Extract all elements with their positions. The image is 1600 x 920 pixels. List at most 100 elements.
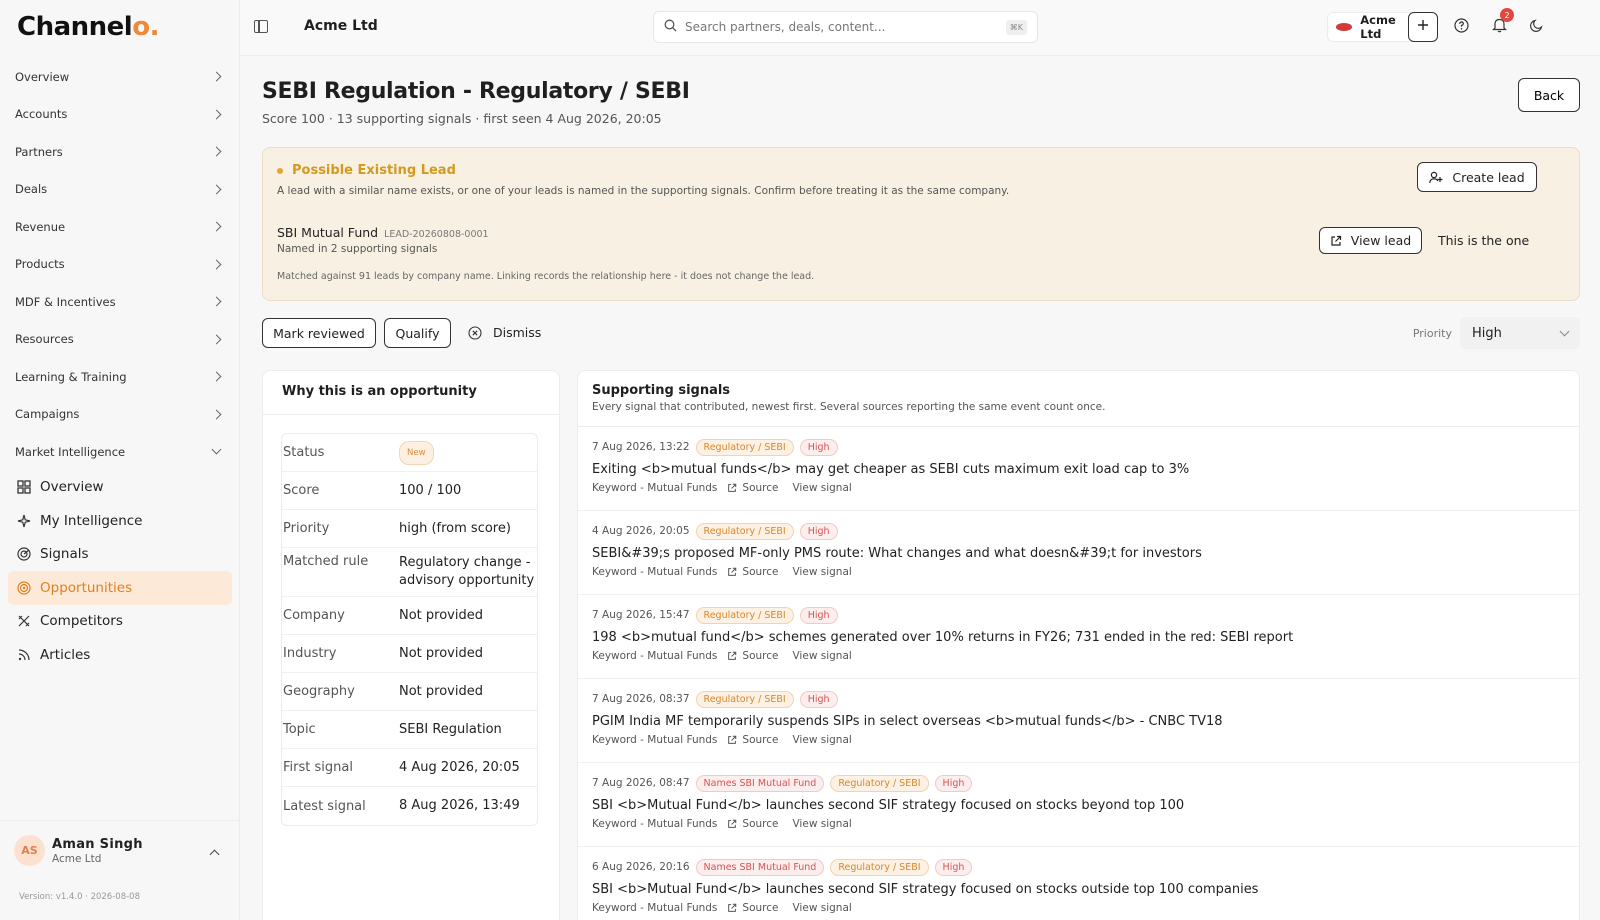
chevron-right-icon xyxy=(211,221,222,232)
signal-headline[interactable]: 198 <b>mutual fund</b> schemes generated… xyxy=(592,630,1565,645)
dismiss-button[interactable]: Dismiss xyxy=(468,325,541,340)
chevron-up-icon[interactable] xyxy=(209,849,220,860)
signal-tag: Regulatory / SEBI xyxy=(695,690,794,708)
signal-date: 7 Aug 2026, 08:47 xyxy=(592,777,690,789)
x-circle-icon xyxy=(468,325,482,340)
page-subtitle: Score 100 · 13 supporting signals · firs… xyxy=(262,111,662,126)
status-badge: New xyxy=(399,440,434,465)
create-lead-button[interactable]: Create lead xyxy=(1417,162,1537,192)
signal-source-link[interactable]: Source xyxy=(727,650,778,662)
supporting-signals-card: Supporting signals Every signal that con… xyxy=(577,370,1580,920)
sidebar-item-revenue[interactable]: Revenue xyxy=(0,208,240,246)
view-signal-link[interactable]: View signal xyxy=(792,650,851,662)
signal-source-link[interactable]: Source xyxy=(727,566,778,578)
sidebar-item-mdf[interactable]: MDF & Incentives xyxy=(0,283,240,321)
chevron-right-icon xyxy=(211,334,222,345)
signal-source-link[interactable]: Source xyxy=(727,734,778,746)
chevron-right-icon xyxy=(211,146,222,157)
sidebar-item-campaigns[interactable]: Campaigns xyxy=(0,396,240,434)
signal-item: 4 Aug 2026, 20:05 Regulatory / SEBI High SE… xyxy=(578,511,1579,595)
user-menu[interactable]: AS Aman Singh Acme Ltd xyxy=(0,820,240,880)
qualify-button[interactable]: Qualify xyxy=(384,318,451,348)
help-button[interactable] xyxy=(1446,12,1476,42)
chevron-right-icon xyxy=(211,371,222,382)
search-bar[interactable]: ⌘K xyxy=(653,11,1038,43)
action-bar: Mark reviewed Qualify Dismiss Priority H… xyxy=(262,317,1580,349)
signal-tag: High xyxy=(799,690,838,708)
signal-headline[interactable]: SBI <b>Mutual Fund</b> launches second S… xyxy=(592,798,1565,813)
chevron-right-icon xyxy=(211,71,222,82)
view-signal-link[interactable]: View signal xyxy=(792,734,851,746)
signal-keyword: Keyword - Mutual Funds xyxy=(592,734,718,746)
lead-name: SBI Mutual Fund xyxy=(277,225,379,240)
signal-tag: High xyxy=(799,522,838,540)
sidebar-toggle-icon[interactable] xyxy=(254,20,268,33)
signal-date: 6 Aug 2026, 20:16 xyxy=(592,861,690,873)
signal-item: 7 Aug 2026, 08:47 Names SBI Mutual Fund Re… xyxy=(578,763,1579,847)
priority-select[interactable]: High xyxy=(1460,317,1580,349)
sidebar-subitem-my-intelligence[interactable]: My Intelligence xyxy=(8,504,232,538)
view-signal-link[interactable]: View signal xyxy=(792,566,851,578)
help-icon xyxy=(1453,17,1469,37)
avatar: AS xyxy=(14,835,45,866)
signal-tag: Names SBI Mutual Fund xyxy=(695,774,825,792)
search-input[interactable] xyxy=(685,20,1006,34)
view-signal-link[interactable]: View signal xyxy=(792,902,851,914)
signal-tag: Regulatory / SEBI xyxy=(695,438,794,456)
signal-item: 7 Aug 2026, 08:37 Regulatory / SEBI High PG… xyxy=(578,679,1579,763)
lead-name-row: SBI Mutual Fund LEAD-20260808-0001 xyxy=(277,225,489,240)
mark-reviewed-button[interactable]: Mark reviewed xyxy=(262,318,376,348)
signal-tag: High xyxy=(934,774,973,792)
lead-description: A lead with a similar name exists, or on… xyxy=(277,185,1010,197)
this-is-the-one-button[interactable]: This is the one xyxy=(1438,233,1529,248)
sidebar-item-overview[interactable]: Overview xyxy=(0,58,240,96)
view-lead-button[interactable]: View lead xyxy=(1319,227,1422,254)
signal-headline[interactable]: SBI <b>Mutual Fund</b> launches second S… xyxy=(592,882,1565,897)
signal-keyword: Keyword - Mutual Funds xyxy=(592,818,718,830)
sidebar-item-learning[interactable]: Learning & Training xyxy=(0,358,240,396)
view-signal-link[interactable]: View signal xyxy=(792,818,851,830)
view-signal-link[interactable]: View signal xyxy=(792,482,851,494)
theme-toggle[interactable] xyxy=(1522,12,1552,42)
back-button[interactable]: Back xyxy=(1518,78,1580,112)
external-link-icon xyxy=(727,903,737,913)
add-button[interactable] xyxy=(1408,12,1438,42)
sidebar-item-partners[interactable]: Partners xyxy=(0,133,240,171)
signal-source-link[interactable]: Source xyxy=(727,818,778,830)
why-title: Why this is an opportunity xyxy=(282,384,477,399)
sidebar-item-accounts[interactable]: Accounts xyxy=(0,96,240,134)
logo[interactable]: Channelo. xyxy=(17,12,159,42)
sidebar-subitem-overview[interactable]: Overview xyxy=(8,471,232,505)
sidebar-item-deals[interactable]: Deals xyxy=(0,171,240,209)
sidebar-group-market-intelligence[interactable]: Market Intelligence xyxy=(0,433,240,471)
sidebar-subitem-competitors[interactable]: Competitors xyxy=(8,605,232,639)
signal-tag: Regulatory / SEBI xyxy=(695,522,794,540)
detail-row: Topic SEBI Regulation xyxy=(282,711,537,749)
lead-heading: Possible Existing Lead xyxy=(277,163,456,178)
swords-icon xyxy=(16,614,31,629)
signal-source-link[interactable]: Source xyxy=(727,482,778,494)
sidebar-item-resources[interactable]: Resources xyxy=(0,321,240,359)
external-link-icon xyxy=(727,567,737,577)
sidebar-subitem-signals[interactable]: Signals xyxy=(8,538,232,572)
signal-headline[interactable]: PGIM India MF temporarily suspends SIPs … xyxy=(592,714,1565,729)
chevron-down-icon xyxy=(1559,326,1570,336)
sidebar-subitem-articles[interactable]: Articles xyxy=(8,638,232,672)
signal-headline[interactable]: SEBI&#39;s proposed MF-only PMS route: W… xyxy=(592,546,1565,561)
lead-id: LEAD-20260808-0001 xyxy=(384,229,489,240)
sidebar-item-products[interactable]: Products xyxy=(0,246,240,284)
signal-source-link[interactable]: Source xyxy=(727,902,778,914)
signal-headline[interactable]: Exiting <b>mutual funds</b> may get chea… xyxy=(592,462,1565,477)
signal-tag: Names SBI Mutual Fund xyxy=(695,858,825,876)
signal-keyword: Keyword - Mutual Funds xyxy=(592,482,718,494)
signal-date: 7 Aug 2026, 08:37 xyxy=(592,693,690,705)
signal-tag: Regulatory / SEBI xyxy=(830,858,929,876)
main-content: SEBI Regulation - Regulatory / SEBI Scor… xyxy=(262,56,1580,920)
notifications-button[interactable]: 2 xyxy=(1484,8,1514,42)
details-table: Status New Score 100 / 100 Priority high (f… xyxy=(281,433,538,826)
detail-row: First signal 4 Aug 2026, 20:05 xyxy=(282,749,537,787)
org-title: Acme Ltd xyxy=(304,18,378,34)
sidebar-subitem-opportunities[interactable]: Opportunities xyxy=(8,571,232,605)
signals-title: Supporting signals xyxy=(592,383,731,398)
signal-tag: High xyxy=(934,858,973,876)
